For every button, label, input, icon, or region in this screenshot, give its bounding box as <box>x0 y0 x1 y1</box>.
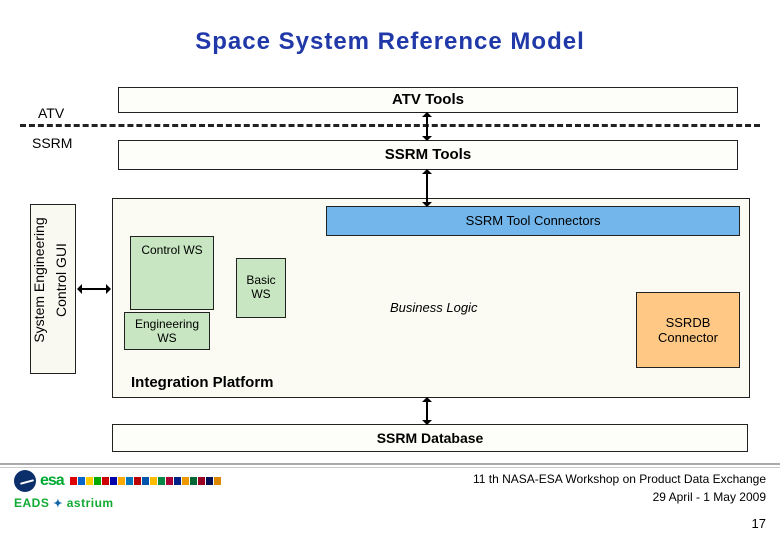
arrow-atv-ssrm <box>426 115 428 138</box>
se-control-gui-label: System EngineeringControl GUI <box>28 190 72 370</box>
eads-logo: EADS ✦ astrium <box>14 496 221 510</box>
arrow-segui-integration <box>80 288 108 290</box>
integration-platform-label: Integration Platform <box>131 374 274 391</box>
esa-logo-text: esa <box>40 472 64 490</box>
business-logic-label: Business Logic <box>390 300 477 315</box>
control-ws-box: Control WS <box>130 236 214 310</box>
separator-dashed <box>20 124 760 127</box>
footer-divider-2 <box>0 467 780 468</box>
footer-workshop: 11 th NASA-ESA Workshop on Product Data … <box>473 472 766 486</box>
atv-label: ATV <box>38 105 64 121</box>
engineering-ws-box: EngineeringWS <box>124 312 210 350</box>
ssrm-tool-connectors-box: SSRM Tool Connectors <box>326 206 740 236</box>
page-title: Space System Reference Model <box>0 28 780 56</box>
footer-logos: esa EADS ✦ astrium <box>14 470 221 510</box>
footer-dates: 29 April - 1 May 2009 <box>653 490 766 504</box>
ssrm-label: SSRM <box>32 135 72 151</box>
footer-divider-1 <box>0 463 780 465</box>
esa-logo-circle-icon <box>14 470 36 492</box>
ssrdb-connector-box: SSRDBConnector <box>636 292 740 368</box>
esa-flag-strip <box>70 477 221 485</box>
arrow-ssrm-tools-connectors <box>426 172 428 204</box>
arrow-integration-db <box>426 400 428 422</box>
basic-ws-box: BasicWS <box>236 258 286 318</box>
esa-logo: esa <box>14 470 221 492</box>
footer-page-number: 17 <box>752 516 766 531</box>
